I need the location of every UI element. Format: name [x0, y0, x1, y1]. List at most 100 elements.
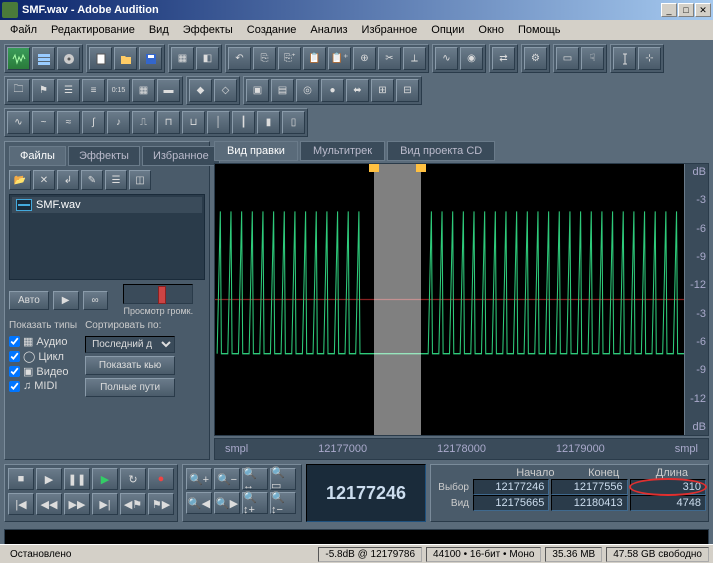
chk-video[interactable]: ▣Видео	[9, 365, 77, 378]
tool-b3[interactable]: ◎	[296, 79, 319, 102]
convert-button[interactable]: ⇄	[492, 47, 515, 70]
save-button[interactable]	[139, 47, 162, 70]
tool-c8[interactable]: ⊔	[182, 111, 205, 134]
preview-volume-slider[interactable]	[123, 284, 193, 304]
tool-b2[interactable]: ▤	[271, 79, 294, 102]
loop-play-button[interactable]: ↻	[120, 468, 146, 490]
open-button[interactable]	[114, 47, 137, 70]
tool-c6[interactable]: ⎍	[132, 111, 155, 134]
selection-region[interactable]	[374, 164, 421, 435]
menu-window[interactable]: Окно	[472, 22, 510, 38]
mix-paste-button[interactable]: ⊕	[353, 47, 376, 70]
show-cue-button[interactable]: Показать кью	[85, 356, 175, 375]
menu-edit[interactable]: Редактирование	[45, 22, 141, 38]
file-view-icon[interactable]: ◫	[129, 170, 151, 190]
menu-generate[interactable]: Создание	[241, 22, 303, 38]
menu-analyze[interactable]: Анализ	[304, 22, 353, 38]
maximize-button[interactable]: □	[678, 3, 694, 17]
paste-button[interactable]: 📋	[303, 47, 326, 70]
file-close-icon[interactable]: ✕	[33, 170, 55, 190]
tool-b1[interactable]: ▣	[246, 79, 269, 102]
main-tab-cd[interactable]: Вид проекта CD	[387, 141, 495, 161]
record-button[interactable]: ●	[148, 468, 174, 490]
tool-b6[interactable]: ⊞	[371, 79, 394, 102]
tool-c7[interactable]: ⊓	[157, 111, 180, 134]
menu-options[interactable]: Опции	[425, 22, 470, 38]
waveform-view[interactable]: /* */ dB -3 -6 -9 -12 -3 -6 -9	[214, 163, 709, 436]
panel-tracks-button[interactable]: ☰	[57, 79, 80, 102]
pause-button[interactable]: ❚❚	[64, 468, 90, 490]
cd-mode-button[interactable]	[57, 47, 80, 70]
tool-b4[interactable]: ●	[321, 79, 344, 102]
ibeam-tool[interactable]	[613, 47, 636, 70]
side-tab-effects[interactable]: Эффекты	[68, 146, 140, 166]
waveform-mode-button[interactable]	[7, 47, 30, 70]
go-start-button[interactable]: |◀	[8, 493, 34, 515]
side-tab-favorites[interactable]: Избранное	[142, 146, 220, 166]
panel-markers-button[interactable]: ⚑	[32, 79, 55, 102]
prev-marker-button[interactable]: ◀⚑	[120, 493, 146, 515]
sel-end-field[interactable]: 12177556	[551, 479, 627, 495]
play-to-end-button[interactable]: ▶	[92, 468, 118, 490]
tool-a2[interactable]: ◇	[214, 79, 237, 102]
tool-c1[interactable]: ∿	[7, 111, 30, 134]
copy-new-button[interactable]: ⎘⁺	[278, 47, 301, 70]
tool-c12[interactable]: ▯	[282, 111, 305, 134]
zoom-out-h-button[interactable]: 🔍−	[214, 468, 240, 490]
move-tool[interactable]: ⊹	[638, 47, 661, 70]
zoom-in-h-button[interactable]: 🔍+	[186, 468, 212, 490]
file-opts-icon[interactable]: ☰	[105, 170, 127, 190]
preview-play-button[interactable]: ▶	[53, 291, 79, 310]
menu-favorites[interactable]: Избранное	[356, 22, 424, 38]
toggle-1[interactable]: ▦	[171, 47, 194, 70]
main-tab-multitrack[interactable]: Мультитрек	[300, 141, 385, 161]
file-edit-icon[interactable]: ✎	[81, 170, 103, 190]
tool-b5[interactable]: ⬌	[346, 79, 369, 102]
marquee-tool[interactable]: ▭	[556, 47, 579, 70]
tool-c2[interactable]: ~	[32, 111, 55, 134]
main-tab-edit[interactable]: Вид правки	[214, 141, 298, 161]
forward-button[interactable]: ▶▶	[64, 493, 90, 515]
chk-audio[interactable]: ▦Аудио	[9, 335, 77, 348]
zoom-out-v-button[interactable]: 🔍↕−	[270, 492, 296, 514]
file-open-icon[interactable]: 📂	[9, 170, 31, 190]
sel-length-field[interactable]: 310	[630, 479, 706, 495]
stop-button[interactable]: ■	[8, 468, 34, 490]
chk-loop[interactable]: ◯Цикл	[9, 350, 77, 363]
tool-c3[interactable]: ≈	[57, 111, 80, 134]
new-button[interactable]	[89, 47, 112, 70]
view-length-field[interactable]: 4748	[630, 495, 706, 511]
panel-files-button[interactable]: 🗀	[7, 79, 30, 102]
scrub-tool[interactable]: ☟	[581, 47, 604, 70]
trim-button[interactable]: ⟂	[403, 47, 426, 70]
zoom-sel-button[interactable]: 🔍▭	[270, 468, 296, 490]
toggle-2[interactable]: ◧	[196, 47, 219, 70]
panel-sel-button[interactable]: ▦	[132, 79, 155, 102]
zoom-in-left-button[interactable]: 🔍◀	[186, 492, 212, 514]
panel-time-button[interactable]: 0:15	[107, 79, 130, 102]
copy-button[interactable]: ⎘	[253, 47, 276, 70]
side-tab-files[interactable]: Файлы	[9, 146, 66, 166]
zoom-in-v-button[interactable]: 🔍↕+	[242, 492, 268, 514]
multitrack-mode-button[interactable]	[32, 47, 55, 70]
tool-c4[interactable]: ∫	[82, 111, 105, 134]
auto-play-button[interactable]: Авто	[9, 291, 49, 310]
sort-select[interactable]: Последний д	[85, 336, 175, 353]
zoom-in-right-button[interactable]: 🔍▶	[214, 492, 240, 514]
tool-c11[interactable]: ▮	[257, 111, 280, 134]
play-button[interactable]: ▶	[36, 468, 62, 490]
menu-effects[interactable]: Эффекты	[177, 22, 239, 38]
full-paths-button[interactable]: Полные пути	[85, 378, 175, 397]
file-list[interactable]: SMF.wav	[9, 194, 205, 280]
undo-button[interactable]: ↶	[228, 47, 251, 70]
phase-button[interactable]: ◉	[460, 47, 483, 70]
zoom-full-button[interactable]: 🔍↔	[242, 468, 268, 490]
file-item[interactable]: SMF.wav	[12, 197, 202, 213]
view-end-field[interactable]: 12180413	[551, 495, 627, 511]
time-ruler[interactable]: smpl 12177000 12178000 12179000 smpl	[214, 438, 709, 460]
tool-b7[interactable]: ⊟	[396, 79, 419, 102]
paste-new-button[interactable]: 📋⁺	[328, 47, 351, 70]
tool-c10[interactable]: ┃	[232, 111, 255, 134]
spectral-button[interactable]: ∿	[435, 47, 458, 70]
next-marker-button[interactable]: ⚑▶	[148, 493, 174, 515]
